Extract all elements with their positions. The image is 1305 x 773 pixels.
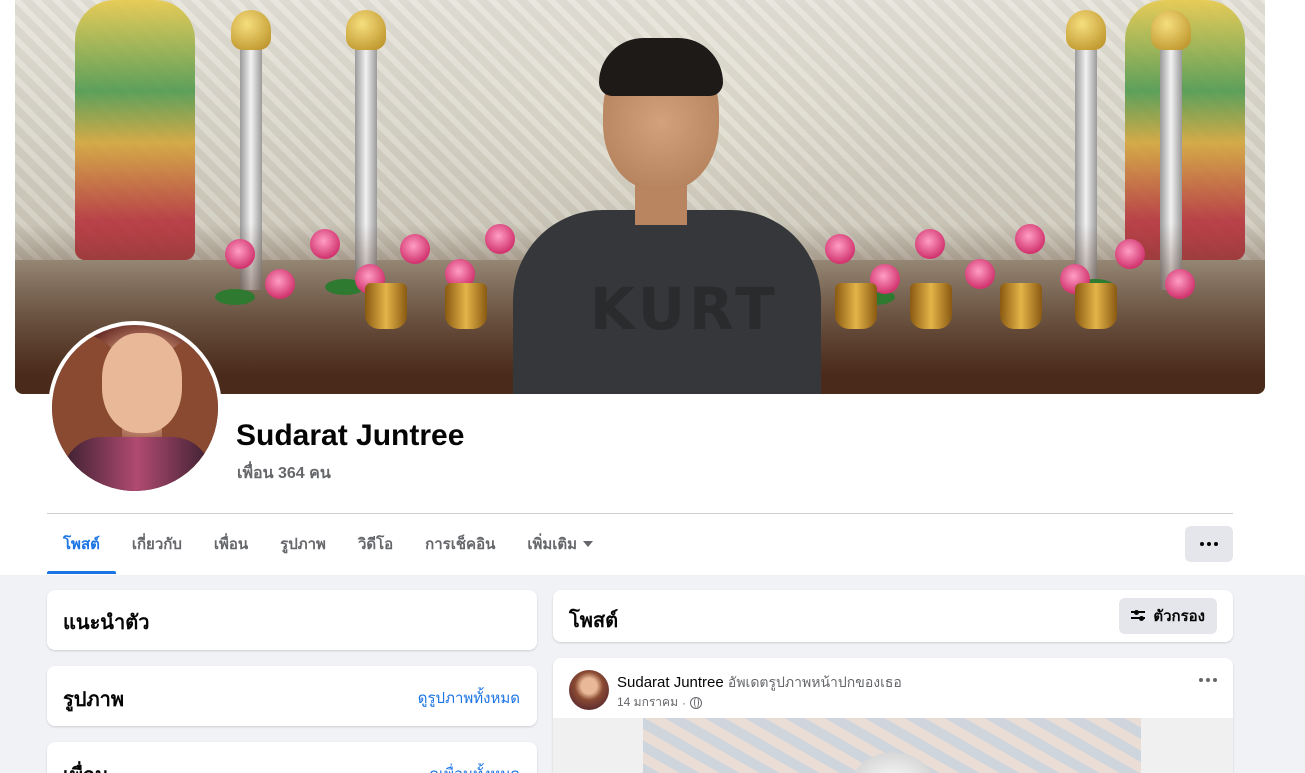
post-author-name[interactable]: Sudarat Juntree [617, 674, 724, 691]
globe-icon[interactable] [689, 696, 702, 709]
post-image-content [643, 718, 1141, 773]
posts-header-card: โพสต์ ตัวกรอง [553, 590, 1233, 642]
post-image[interactable] [553, 718, 1233, 773]
facebook-profile-page: KURT Sudarat Juntree เพื่อน 364 คน โพสต์… [0, 0, 1305, 773]
posts-title: โพสต์ [569, 610, 619, 632]
profile-more-button[interactable] [1185, 526, 1233, 562]
post-action-text: อัพเดตรูปภาพหน้าปกของเธอ [727, 674, 902, 690]
photos-card: รูปภาพ ดูรูปภาพทั้งหมด [47, 666, 537, 726]
filter-button[interactable]: ตัวกรอง [1119, 598, 1217, 634]
cover-photo[interactable]: KURT [15, 0, 1265, 394]
post-meta-separator: · [681, 695, 686, 710]
avatar [52, 325, 218, 491]
post-card: Sudarat Juntree อัพเดตรูปภาพหน้าปกของเธอ… [553, 658, 1233, 773]
tab-checkins[interactable]: การเช็คอิน [409, 514, 511, 574]
friends-title: เพื่อน [63, 759, 109, 773]
more-dots-icon [1199, 678, 1217, 682]
photos-title: รูปภาพ [63, 689, 125, 711]
post-date[interactable]: 14 มกราคม [617, 693, 678, 712]
intro-title: แนะนำตัว [63, 612, 150, 634]
profile-tabs: โพสต์ เกี่ยวกับ เพื่อน รูปภาพ วิดีโอ การ… [47, 514, 609, 574]
cover-flowers-left [205, 219, 525, 339]
filter-label: ตัวกรอง [1153, 608, 1205, 625]
profile-header: KURT Sudarat Juntree เพื่อน 364 คน โพสต์… [0, 0, 1305, 575]
see-all-friends-link[interactable]: ดูเพื่อนทั้งหมด [429, 762, 520, 773]
post-author-avatar[interactable] [569, 670, 609, 710]
post-header-line: Sudarat Juntree อัพเดตรูปภาพหน้าปกของเธอ [617, 672, 902, 694]
tab-about[interactable]: เกี่ยวกับ [116, 514, 198, 574]
profile-name: Sudarat Juntree [236, 419, 465, 452]
cover-statue-left [75, 0, 195, 260]
tab-more[interactable]: เพิ่มเติม [511, 514, 609, 574]
friends-card: เพื่อน ดูเพื่อนทั้งหมด [47, 742, 537, 773]
tab-photos[interactable]: รูปภาพ [264, 514, 342, 574]
cover-person: KURT [495, 38, 835, 394]
intro-card: แนะนำตัว [47, 590, 537, 650]
post-more-button[interactable] [1199, 678, 1217, 682]
profile-avatar[interactable] [48, 321, 222, 495]
tab-more-label: เพิ่มเติม [527, 536, 578, 553]
tab-videos[interactable]: วิดีโอ [342, 514, 409, 574]
filter-sliders-icon [1131, 609, 1147, 622]
more-dots-icon [1200, 542, 1218, 546]
see-all-photos-link[interactable]: ดูรูปภาพทั้งหมด [418, 686, 520, 710]
caret-down-icon [583, 541, 594, 547]
profile-feed-area: แนะนำตัว รูปภาพ ดูรูปภาพทั้งหมด เพื่อน ด… [0, 575, 1305, 773]
cover-shirt-text: KURT [590, 275, 779, 343]
friend-count[interactable]: เพื่อน 364 คน [237, 461, 331, 486]
post-meta: 14 มกราคม · [617, 693, 702, 712]
tab-friends[interactable]: เพื่อน [198, 514, 264, 574]
cover-flowers-right [815, 219, 1235, 339]
tab-posts[interactable]: โพสต์ [47, 514, 116, 574]
